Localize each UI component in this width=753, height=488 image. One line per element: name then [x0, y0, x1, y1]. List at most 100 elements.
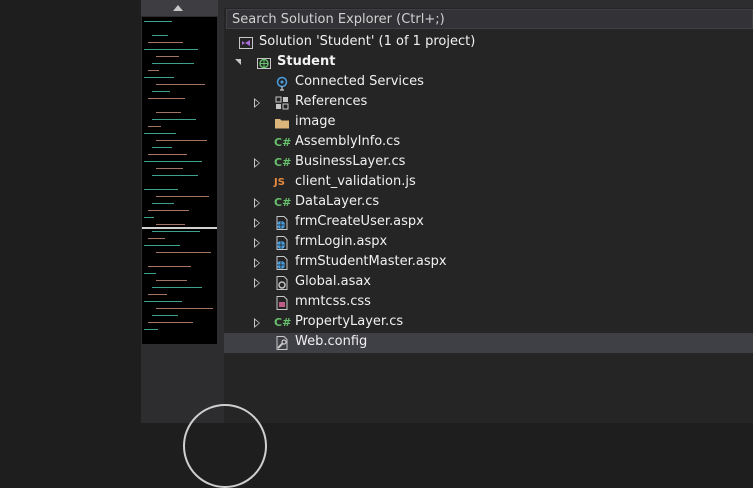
minimap-code-line — [152, 287, 202, 288]
expand-arrow-icon[interactable] — [252, 153, 262, 173]
minimap-scroll-up-button[interactable] — [141, 0, 218, 16]
tree-item-label: DataLayer.cs — [295, 194, 380, 209]
tree-item-label: frmStudentMaster.aspx — [295, 254, 447, 269]
minimap-code-line — [152, 231, 200, 232]
minimap-code-line — [144, 77, 174, 78]
minimap-code-line — [152, 203, 174, 204]
minimap-code-line — [144, 133, 176, 134]
tree-item-label: PropertyLayer.cs — [295, 314, 404, 329]
minimap-code-line — [152, 175, 198, 176]
expand-arrow-icon[interactable] — [252, 253, 262, 273]
minimap-code-line — [156, 224, 185, 225]
expand-arrow-icon[interactable] — [252, 313, 262, 333]
tree-row-item[interactable]: JS client_validation.js — [224, 173, 753, 193]
minimap-code-line — [156, 168, 183, 169]
tree-row-item[interactable]: C# PropertyLayer.cs — [224, 313, 753, 333]
minimap-code-line — [144, 217, 154, 218]
minimap-viewport[interactable] — [142, 17, 217, 344]
web-project-icon — [256, 55, 272, 71]
tree-item-label: mmtcss.css — [295, 294, 371, 309]
tree-row-item[interactable]: frmLogin.aspx — [224, 233, 753, 253]
minimap-code-line — [144, 49, 198, 50]
explorer-toolbar — [224, 0, 753, 8]
tree-row-item[interactable]: mmtcss.css — [224, 293, 753, 313]
minimap-code-line — [144, 301, 182, 302]
solution-explorer: Search Solution Explorer (Ctrl+;) Soluti… — [224, 0, 753, 423]
minimap-code-line — [152, 91, 170, 92]
code-editor-area[interactable] — [0, 0, 141, 423]
tree-item-label: References — [295, 94, 368, 109]
tree-row-solution[interactable]: Solution 'Student' (1 of 1 project) — [224, 33, 753, 53]
minimap-code-line — [156, 84, 205, 85]
minimap-code-line — [148, 98, 185, 99]
tree-row-item[interactable]: C# DataLayer.cs — [224, 193, 753, 213]
expand-arrow-icon[interactable] — [252, 193, 262, 213]
tree-item-label: image — [295, 114, 336, 129]
minimap-code-line — [156, 252, 211, 253]
minimap-code-line — [148, 266, 191, 267]
minimap-code-line — [144, 245, 180, 246]
tree-row-item[interactable]: frmStudentMaster.aspx — [224, 253, 753, 273]
tree-row-item[interactable]: References — [224, 93, 753, 113]
csharp-icon: C# — [274, 156, 292, 169]
references-icon — [274, 95, 290, 111]
minimap-code-line — [148, 154, 187, 155]
minimap-code-line — [144, 189, 178, 190]
connected-services-icon — [274, 75, 290, 91]
minimap-code-line — [152, 147, 172, 148]
tree-row-item[interactable]: Web.config — [224, 333, 753, 353]
aspx-page-icon — [274, 255, 290, 271]
config-file-icon — [274, 335, 290, 351]
tree-row-project[interactable]: Student — [224, 53, 753, 73]
solution-label: Solution 'Student' (1 of 1 project) — [259, 34, 476, 49]
minimap-code-line — [144, 329, 158, 330]
minimap-code-line — [148, 238, 165, 239]
minimap-code-line — [152, 119, 196, 120]
expand-arrow-icon[interactable] — [252, 213, 262, 233]
minimap-code-line — [144, 273, 156, 274]
javascript-icon: JS — [274, 177, 285, 188]
minimap-code-line — [156, 56, 179, 57]
css-file-icon — [274, 295, 290, 311]
minimap-code-line — [144, 161, 202, 162]
minimap-code-line — [148, 294, 167, 295]
minimap-code-line — [152, 315, 178, 316]
tree-row-item[interactable]: image — [224, 113, 753, 133]
csharp-icon: C# — [274, 136, 292, 149]
minimap-code-line — [156, 140, 207, 141]
tree-item-label: Web.config — [295, 334, 368, 349]
collapse-arrow-icon[interactable] — [234, 53, 244, 73]
tree-item-label: BusinessLayer.cs — [295, 154, 406, 169]
minimap-code-line — [148, 126, 161, 127]
tree-row-item[interactable]: Global.asax — [224, 273, 753, 293]
expand-arrow-icon[interactable] — [252, 273, 262, 293]
minimap-code-line — [148, 322, 193, 323]
tree-row-item[interactable]: C# AssemblyInfo.cs — [224, 133, 753, 153]
tree-item-label: frmCreateUser.aspx — [295, 214, 424, 229]
tree-item-label: client_validation.js — [295, 174, 416, 189]
minimap-code-line — [152, 63, 194, 64]
search-solution-explorer-input[interactable]: Search Solution Explorer (Ctrl+;) — [226, 9, 753, 29]
minimap-code-line — [156, 112, 181, 113]
expand-arrow-icon[interactable] — [252, 233, 262, 253]
aspx-page-icon — [274, 235, 290, 251]
tree-row-item[interactable]: Connected Services — [224, 73, 753, 93]
minimap-viewport-marker — [142, 227, 217, 229]
minimap-code-line — [152, 35, 168, 36]
code-minimap[interactable] — [141, 0, 218, 423]
tree-row-item[interactable]: C# BusinessLayer.cs — [224, 153, 753, 173]
cursor-highlight-ring — [183, 404, 267, 488]
csharp-icon: C# — [274, 316, 292, 329]
expand-arrow-icon[interactable] — [252, 93, 262, 113]
tree-row-item[interactable]: frmCreateUser.aspx — [224, 213, 753, 233]
tree-item-label: frmLogin.aspx — [295, 234, 388, 249]
project-label: Student — [277, 54, 336, 69]
minimap-code-line — [144, 21, 172, 22]
minimap-code-line — [156, 196, 209, 197]
tree-item-label: Global.asax — [295, 274, 372, 289]
minimap-code-line — [156, 280, 187, 281]
search-placeholder: Search Solution Explorer (Ctrl+;) — [232, 12, 445, 27]
solution-icon — [238, 35, 254, 51]
tree-item-label: AssemblyInfo.cs — [295, 134, 401, 149]
tree-item-label: Connected Services — [295, 74, 424, 89]
